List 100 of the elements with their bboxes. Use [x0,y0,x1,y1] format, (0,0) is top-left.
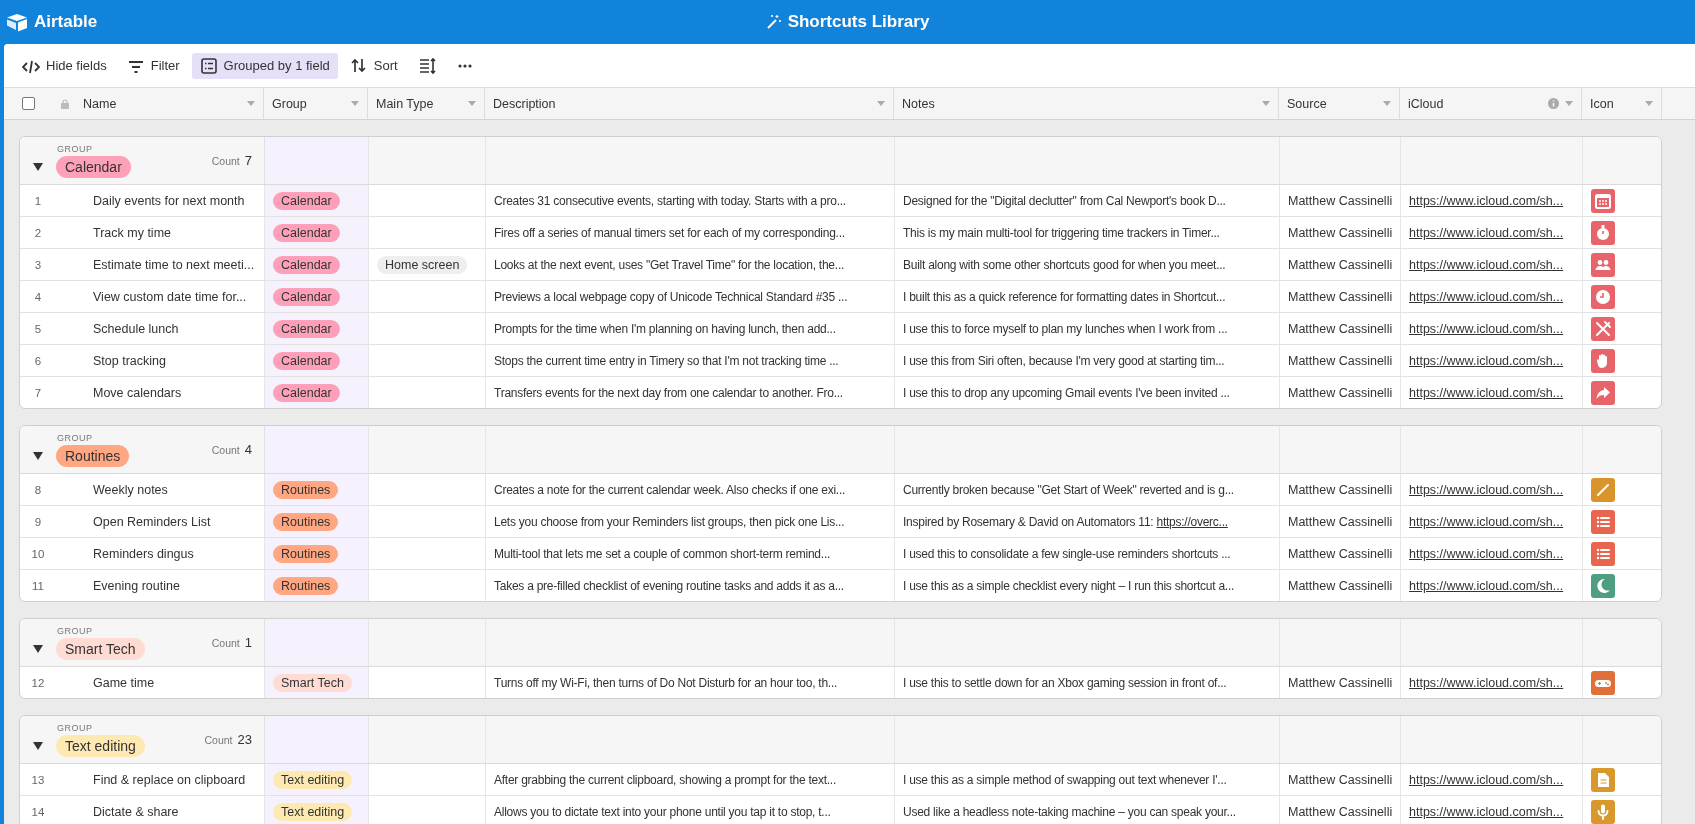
group-tag: Text editing [273,802,353,821]
group-tag: Routines [273,512,339,531]
record-name[interactable]: Daily events for next month [93,193,245,208]
source-text: Matthew Cassinelli [1288,257,1393,272]
source-text: Matthew Cassinelli [1288,321,1393,336]
group-label: GROUP [57,433,94,443]
toolbar-button[interactable]: Hide fields [14,52,115,79]
row-number: 12 [30,676,46,689]
source-text: Matthew Cassinelli [1288,772,1393,787]
group-tag: Text editing [273,770,353,789]
caret-icon[interactable] [468,101,476,106]
caret-icon[interactable] [1383,101,1391,106]
row-number: 9 [33,515,43,528]
description-text: Creates a note for the current calendar week. Also checks if one exi... [494,482,846,497]
notes-text: I use this from Siri often, because I'm very good at starting tim... [903,353,1225,368]
group-tag: Calendar [273,191,340,210]
app-name: Airtable [34,12,98,32]
column-header[interactable]: Description [493,96,871,111]
record-name[interactable]: Game time [93,675,155,690]
column-header[interactable]: Source [1287,96,1377,111]
source-text: Matthew Cassinelli [1288,289,1393,304]
toolbar-button[interactable]: Filter [118,52,188,79]
notes-text: Inspired by Rosemary & David on Automators 11: https://overc... [903,514,1228,529]
icloud-link[interactable]: https://www.icloud.com/sh... [1409,578,1564,593]
record-name[interactable]: Dictate & share [93,804,179,819]
group-tag: Text editing [56,735,145,757]
icloud-link[interactable]: https://www.icloud.com/sh... [1409,385,1564,400]
group-label: GROUP [57,723,94,733]
icloud-link[interactable]: https://www.icloud.com/sh... [1409,546,1564,561]
notes-text: I use this to drop any upcoming Gmail events I've been invited ... [903,385,1230,400]
column-header[interactable]: Icon [1590,96,1639,111]
info-icon[interactable] [1548,98,1559,109]
source-text: Matthew Cassinelli [1288,514,1393,529]
notes-text: Built along with some other shortcuts good for when you meet... [903,257,1226,272]
record-name[interactable]: Schedule lunch [93,321,179,336]
icloud-link[interactable]: https://www.icloud.com/sh... [1409,257,1564,272]
group-label: GROUP [57,144,94,154]
icloud-link[interactable]: https://www.icloud.com/sh... [1409,482,1564,497]
icloud-link[interactable]: https://www.icloud.com/sh... [1409,193,1564,208]
record-name[interactable]: Estimate time to next meeti... [93,257,255,272]
caret-icon[interactable] [1645,101,1653,106]
icloud-link[interactable]: https://www.icloud.com/sh... [1409,514,1564,529]
description-text: Previews a local webpage copy of Unicode Technical Standard #35 ... [494,289,848,304]
lock-icon [61,98,69,109]
group-tag: Calendar [273,351,340,370]
record-name[interactable]: Track my time [93,225,171,240]
description-text: Looks at the next event, uses "Get Travel Time" for the location, the... [494,257,845,272]
caret-icon[interactable] [351,101,359,106]
count-value: 4 [244,441,252,457]
column-header[interactable]: iCloud [1408,96,1542,111]
notes-text: I use this as a simple method of swapping out text whenever I'... [903,772,1227,787]
group-tag: Calendar [273,223,340,242]
expand-triangle-icon[interactable] [33,163,43,171]
record-name[interactable]: Move calendars [93,385,182,400]
caret-icon[interactable] [1565,101,1573,106]
toolbar-button[interactable]: Grouped by 1 field [191,52,338,79]
source-text: Matthew Cassinelli [1288,482,1393,497]
record-name[interactable]: Weekly notes [93,482,168,497]
icloud-link[interactable]: https://www.icloud.com/sh... [1409,321,1564,336]
icloud-link[interactable]: https://www.icloud.com/sh... [1409,772,1564,787]
record-name[interactable]: Find & replace on clipboard [93,772,246,787]
count-label: Count [211,443,240,456]
notes-text: This is my main multi-tool for triggering time trackers in Timer... [903,225,1220,240]
notes-text: I use this to force myself to plan my lunches when I work from ... [903,321,1228,336]
notes-link[interactable]: https://overc... [1156,514,1228,529]
icloud-link[interactable]: https://www.icloud.com/sh... [1409,804,1564,819]
row-number: 6 [33,354,43,367]
source-text: Matthew Cassinelli [1288,578,1393,593]
record-name[interactable]: Evening routine [93,578,180,593]
record-name[interactable]: View custom date time for... [93,289,247,304]
description-text: Turns off my Wi-Fi, then turns of Do Not Disturb for an hour too, th... [494,675,838,690]
expand-triangle-icon[interactable] [33,742,43,750]
column-header[interactable]: Name [83,96,241,111]
icloud-link[interactable]: https://www.icloud.com/sh... [1409,225,1564,240]
column-header[interactable]: Group [272,96,345,111]
record-name[interactable]: Stop tracking [93,353,166,368]
caret-icon[interactable] [247,101,255,106]
record-name[interactable]: Open Reminders List [93,514,211,529]
icloud-link[interactable]: https://www.icloud.com/sh... [1409,675,1564,690]
notes-text: Currently broken because "Get Start of Week" reverted and is g... [903,482,1234,497]
caret-icon[interactable] [877,101,885,106]
column-header[interactable]: Main Type [376,96,462,111]
group-tag: Routines [273,544,339,563]
toolbar-button[interactable]: Sort [341,52,406,79]
source-text: Matthew Cassinelli [1288,385,1393,400]
icloud-link[interactable]: https://www.icloud.com/sh... [1409,289,1564,304]
notes-text: I built this as a quick reference for formatting dates in Shortcut... [903,289,1226,304]
description-text: Prompts for the time when I'm planning on having lunch, then add... [494,321,836,336]
source-text: Matthew Cassinelli [1288,804,1393,819]
select-all-checkbox[interactable] [22,97,35,110]
record-name[interactable]: Reminders dingus [93,546,194,561]
notes-text: Designed for the "Digital declutter" from Cal Newport's book D... [903,193,1226,208]
group-tag: Calendar [273,319,340,338]
expand-triangle-icon[interactable] [33,452,43,460]
count-label: Count [211,636,240,649]
caret-icon[interactable] [1262,101,1270,106]
description-text: Allows you to dictate text into your phone until you tap it to stop, t... [494,804,831,819]
column-header[interactable]: Notes [902,96,1256,111]
expand-triangle-icon[interactable] [33,645,43,653]
icloud-link[interactable]: https://www.icloud.com/sh... [1409,353,1564,368]
